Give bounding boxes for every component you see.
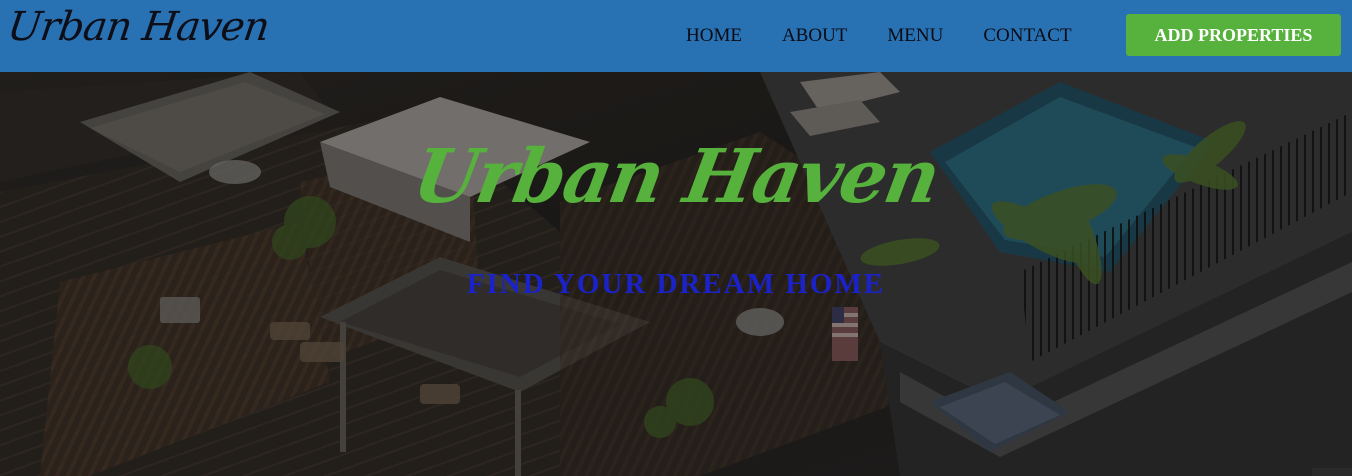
nav-link-home[interactable]: HOME	[686, 24, 742, 48]
hero-section: Urban Haven FIND YOUR DREAM HOME	[0, 72, 1352, 476]
navbar: Urban Haven HOME ABOUT MENU CONTACT ADD …	[0, 0, 1352, 72]
nav-link-about[interactable]: ABOUT	[782, 24, 847, 48]
hero-title: Urban Haven	[407, 134, 945, 220]
add-properties-button[interactable]: ADD PROPERTIES	[1126, 14, 1341, 56]
nav-menu: HOME ABOUT MENU CONTACT	[666, 24, 1112, 48]
nav-link-menu[interactable]: MENU	[887, 24, 943, 48]
hero-subtitle: FIND YOUR DREAM HOME	[466, 268, 886, 300]
brand-logo[interactable]: Urban Haven	[5, 4, 272, 50]
scrollbar-corner	[1312, 468, 1352, 476]
nav-link-contact[interactable]: CONTACT	[983, 24, 1071, 48]
